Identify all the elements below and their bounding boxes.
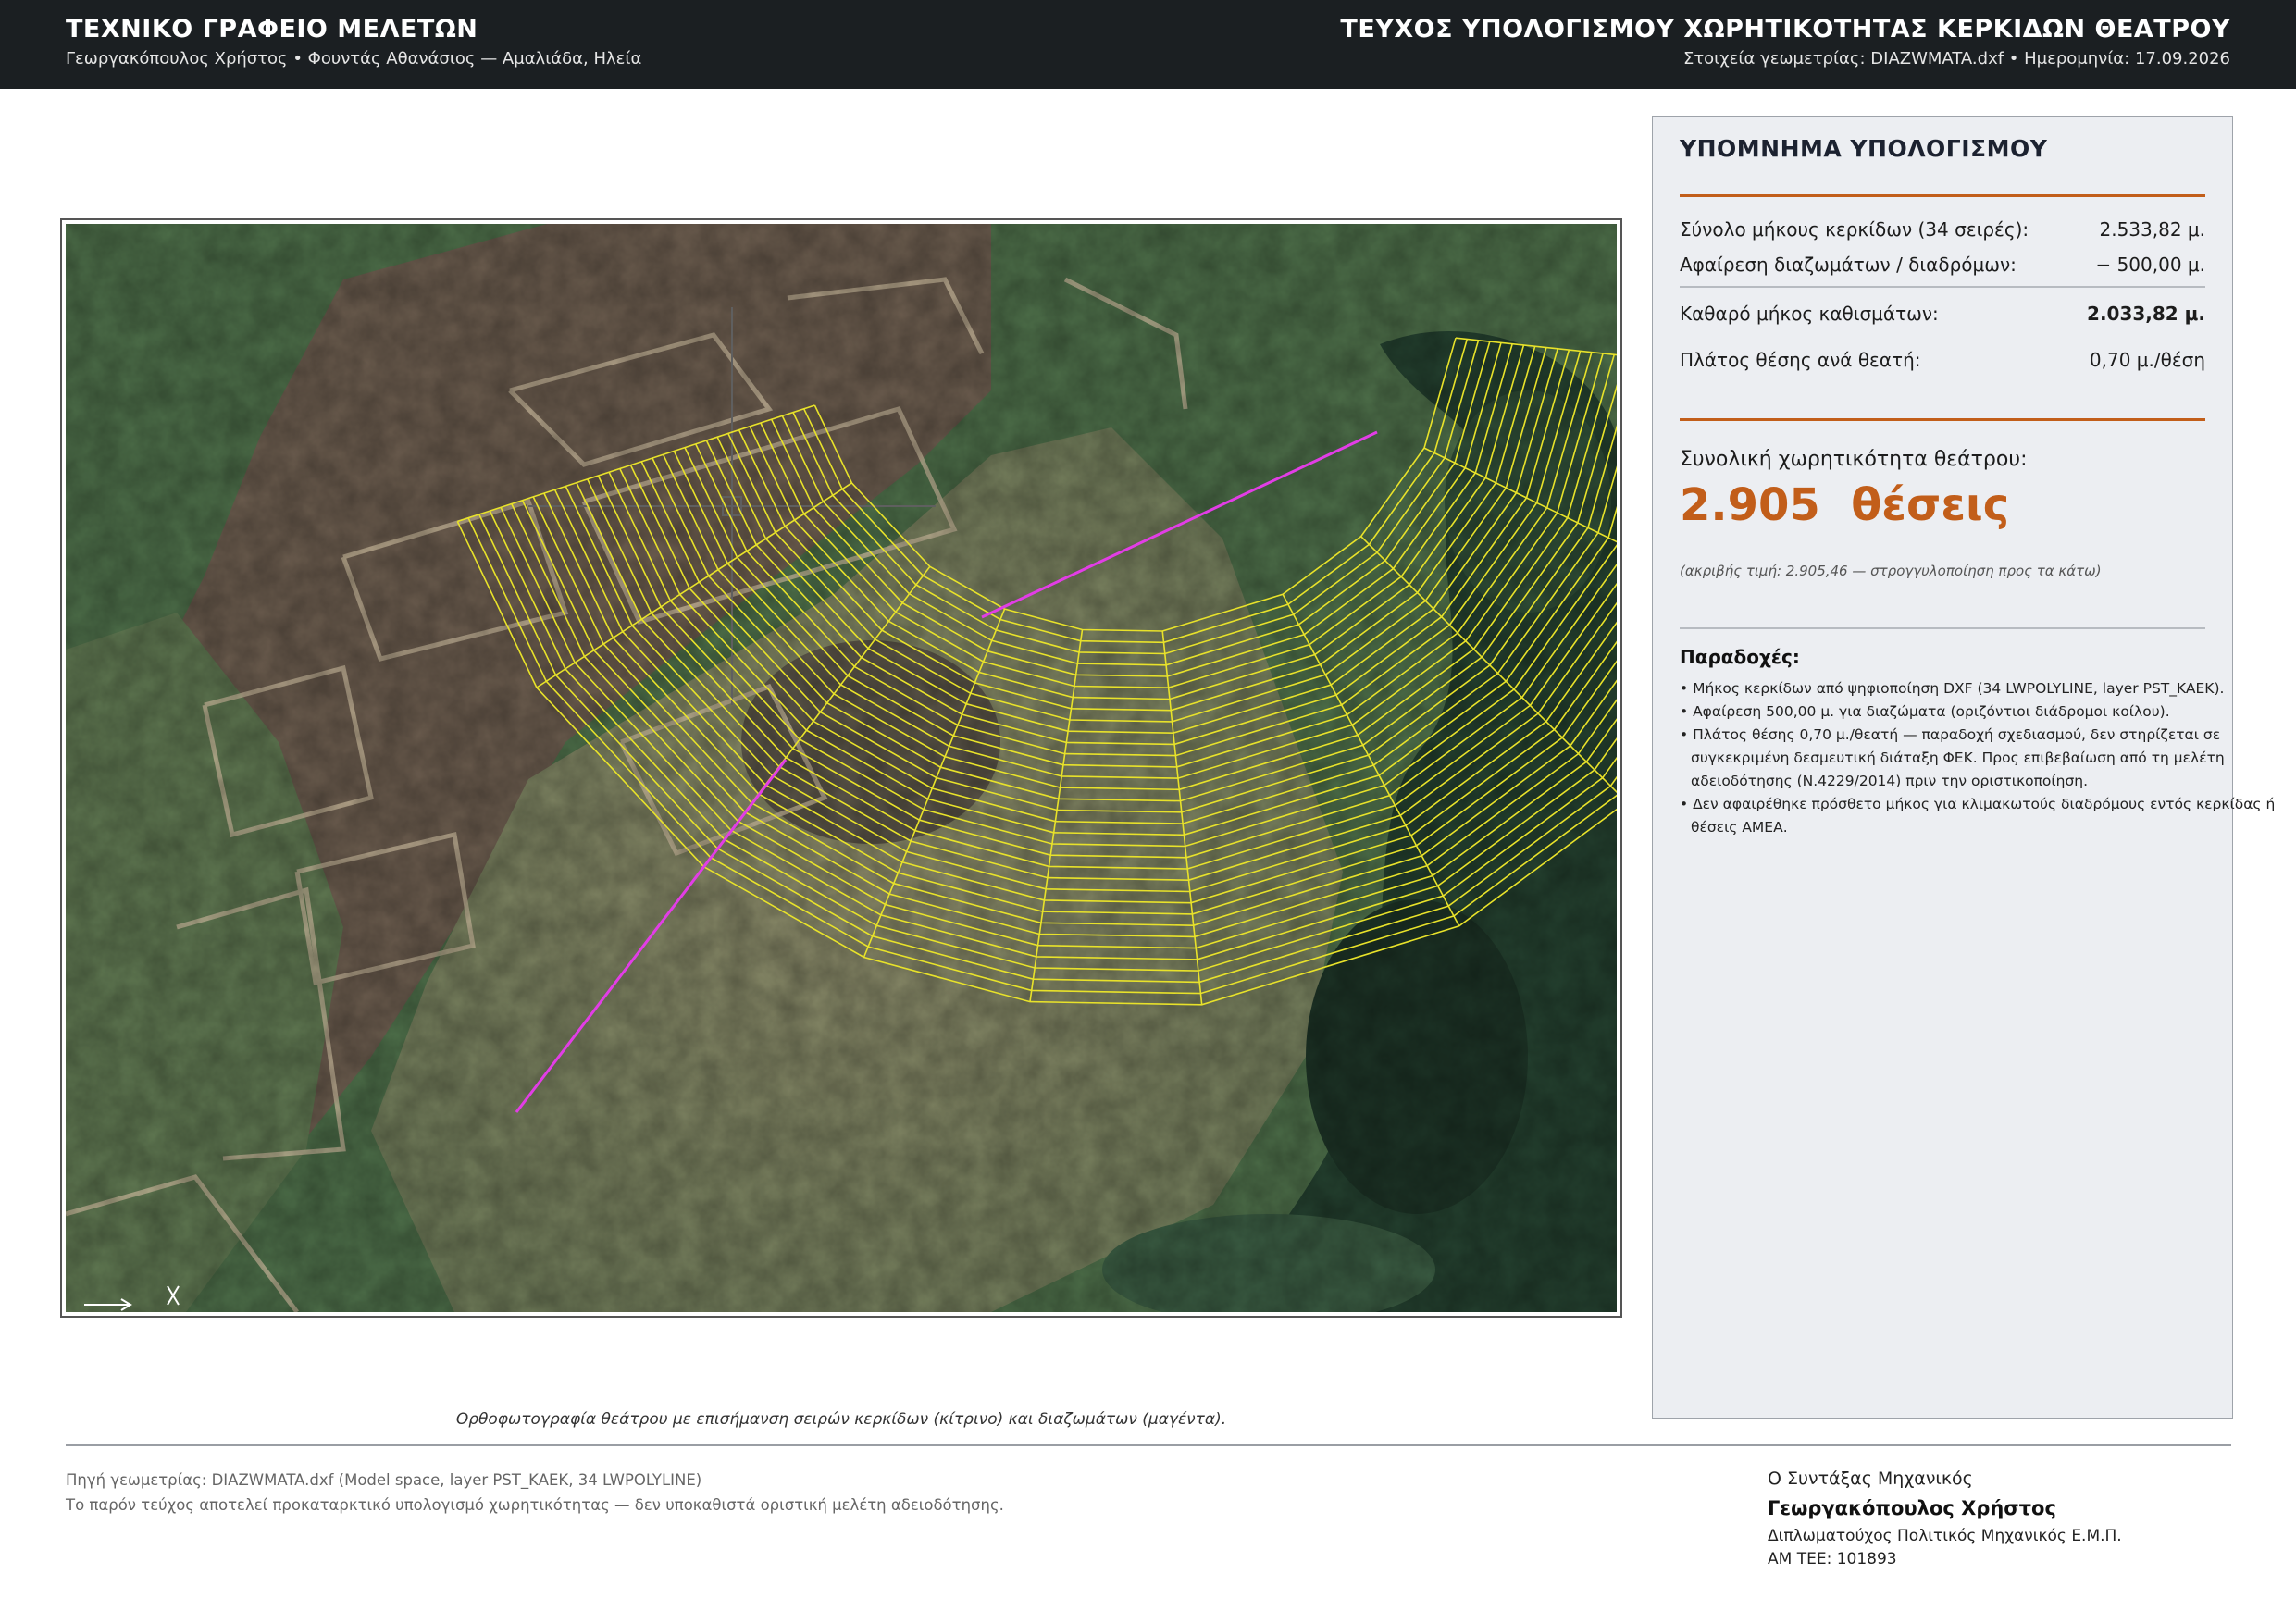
signature-role: Ο Συντάξας Μηχανικός xyxy=(1768,1468,1973,1489)
office-name: ΤΕΧΝΙΚΟ ΓΡΑΦΕΙΟ ΜΕΛΕΤΩΝ xyxy=(66,15,478,43)
capacity-value: 2.905 θέσεις xyxy=(1680,479,2010,531)
office-people: Γεωργακόπουλος Χρήστος • Φουντάς Αθανάσι… xyxy=(66,49,642,68)
panel-divider-top xyxy=(1680,194,2205,197)
calc-value: 0,70 μ./θέση xyxy=(2089,349,2205,371)
assumption-item: • Δεν αφαιρέθηκε πρόσθετο μήκος για κλιμ… xyxy=(1680,796,2276,836)
footer-disclaimer: Το παρόν τεύχος αποτελεί προκαταρκτικό υ… xyxy=(66,1496,1004,1514)
footer-divider xyxy=(66,1444,2231,1446)
calc-divider xyxy=(1680,286,2205,288)
capacity-note: (ακριβής τιμή: 2.905,46 — στρογγυλοποίησ… xyxy=(1680,563,2102,579)
signature-registration: ΑΜ ΤΕΕ: 101893 xyxy=(1768,1550,1897,1568)
assumptions-title: Παραδοχές: xyxy=(1680,646,1800,668)
orthophoto-canvas xyxy=(66,224,1617,1312)
panel-title: ΥΠΟΜΝΗΜΑ ΥΠΟΛΟΓΙΣΜΟΥ xyxy=(1680,135,2048,162)
calc-label: Πλάτος θέσης ανά θεατή: xyxy=(1680,349,1921,371)
document-meta: Στοιχεία γεωμετρίας: DIAZWMATA.dxf • Ημε… xyxy=(1682,49,2230,68)
panel-divider-mid xyxy=(1680,418,2205,421)
orthophoto-map xyxy=(60,218,1622,1318)
signature-name: Γεωργακόπουλος Χρήστος xyxy=(1768,1497,2056,1519)
assumption-item: • Αφαίρεση 500,00 μ. για διαζώματα (οριζ… xyxy=(1680,703,2170,720)
legend-panel: ΥΠΟΜΝΗΜΑ ΥΠΟΛΟΓΙΣΜΟΥ Σύνολο μήκους κερκί… xyxy=(1652,116,2275,1419)
calc-value: 2.033,82 μ. xyxy=(2087,303,2205,325)
assumptions-list: • Μήκος κερκίδων από ψηφιοποίηση DXF (34… xyxy=(1680,677,2290,839)
capacity-label: Συνολική χωρητικότητα θεάτρου: xyxy=(1680,448,2028,471)
map-caption: Ορθοφωτογραφία θεάτρου με επισήμανση σει… xyxy=(455,1410,1227,1429)
calc-value: 2.533,82 μ. xyxy=(2099,218,2205,241)
header-bar: ΤΕΧΝΙΚΟ ΓΡΑΦΕΙΟ ΜΕΛΕΤΩΝ Γεωργακόπουλος Χ… xyxy=(0,0,2296,89)
calc-value: − 500,00 μ. xyxy=(2095,254,2205,276)
calc-label: Σύνολο μήκους κερκίδων (34 σειρές): xyxy=(1680,218,2029,241)
document-title: ΤΕΥΧΟΣ ΥΠΟΛΟΓΙΣΜΟΥ ΧΩΡΗΤΙΚΟΤΗΤΑΣ ΚΕΡΚΙΔΩ… xyxy=(1340,15,2230,43)
assumptions-divider xyxy=(1680,627,2205,629)
map-texture xyxy=(66,224,1617,1312)
signature-title: Διπλωματούχος Πολιτικός Μηχανικός Ε.Μ.Π. xyxy=(1768,1527,2122,1545)
calc-label: Αφαίρεση διαζωμάτων / διαδρόμων: xyxy=(1680,254,2017,276)
assumption-item: • Πλάτος θέσης 0,70 μ./θεατή — παραδοχή … xyxy=(1680,726,2225,789)
assumption-item: • Μήκος κερκίδων από ψηφιοποίηση DXF (34… xyxy=(1680,680,2225,697)
footer-source: Πηγή γεωμετρίας: DIAZWMATA.dxf (Model sp… xyxy=(66,1471,702,1489)
calc-label: Καθαρό μήκος καθισμάτων: xyxy=(1680,303,1939,325)
